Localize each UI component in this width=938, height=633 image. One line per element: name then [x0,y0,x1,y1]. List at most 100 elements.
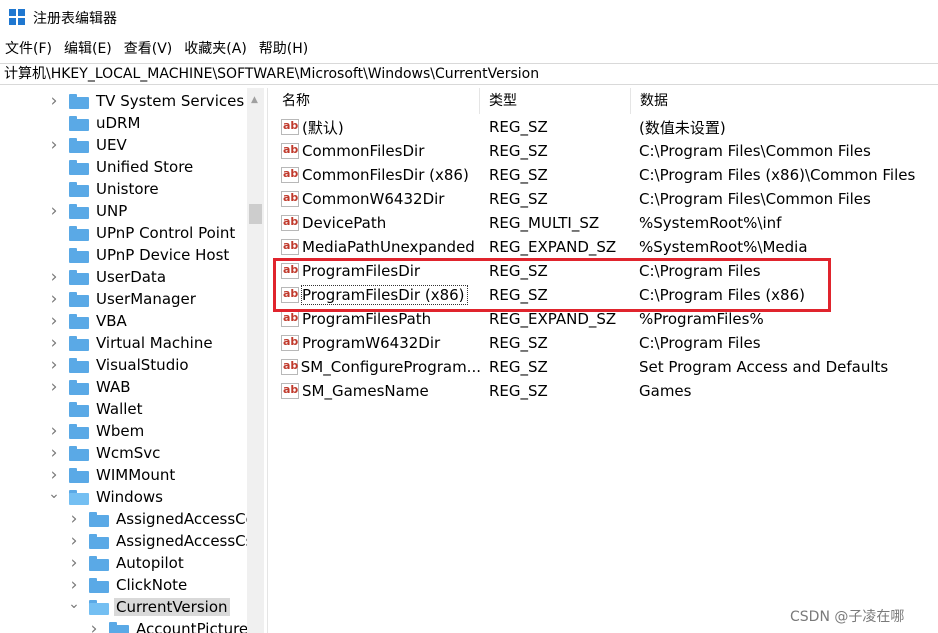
scroll-up-icon[interactable]: ▲ [251,95,258,105]
tree-item[interactable]: Wallet [48,398,145,420]
tree-item[interactable]: Unified Store [48,156,195,178]
menu-help[interactable]: 帮助(H) [253,38,314,60]
value-name: SM_ConfigureProgram... [300,358,481,376]
value-type: REG_SZ [489,142,548,160]
value-name: CommonW6432Dir [302,190,445,208]
value-row[interactable]: ab ProgramW6432Dir REG_SZ C:\Program Files [273,331,931,355]
value-type: REG_SZ [489,358,548,376]
tree-item[interactable]: uDRM [48,112,142,134]
tree-item[interactable]: › WIMMount [48,464,177,486]
tree-item-label: UserData [96,268,167,286]
tree-item[interactable]: › WAB [48,376,133,398]
string-value-icon-text: ab [283,335,299,348]
tree-item[interactable]: › UNP [48,200,129,222]
string-value-icon: ab [281,335,299,351]
tree-item[interactable]: › Autopilot [68,552,186,574]
chevron-right-icon[interactable]: › [88,618,100,633]
value-row[interactable]: ab MediaPathUnexpanded REG_EXPAND_SZ %Syste… [273,235,931,259]
chevron-down-icon[interactable]: ⌄ [68,593,80,615]
menu-file[interactable]: 文件(F) [0,38,58,60]
tree-item[interactable]: › WcmSvc [48,442,162,464]
value-name-cell: ab CommonW6432Dir [273,190,481,208]
tree-item[interactable]: ⌄ Windows [48,486,165,508]
value-row[interactable]: ab CommonFilesDir REG_SZ C:\Program Files\C… [273,139,931,163]
chevron-right-icon[interactable]: › [48,310,60,332]
chevron-right-icon[interactable]: › [48,288,60,310]
tree-item[interactable]: › Wbem [48,420,146,442]
folder-icon [69,291,89,307]
folder-icon [69,423,89,439]
value-name: MediaPathUnexpanded [302,238,475,256]
value-type: REG_SZ [489,166,548,184]
chevron-right-icon[interactable]: › [48,354,60,376]
folder-icon [69,313,89,329]
tree-item[interactable]: › UEV [48,134,129,156]
string-value-icon-text: ab [283,383,299,396]
menu-edit[interactable]: 编辑(E) [58,38,118,60]
tree-item[interactable]: UPnP Device Host [48,244,231,266]
value-row[interactable]: ab CommonW6432Dir REG_SZ C:\Program Files\C… [273,187,931,211]
chevron-right-icon[interactable]: › [48,332,60,354]
tree-item[interactable]: › AccountPicture [88,618,250,633]
scrollbar-thumb[interactable] [249,204,262,224]
tree-item[interactable]: › TV System Services [48,90,246,112]
chevron-right-icon[interactable]: › [48,376,60,398]
chevron-right-icon[interactable]: › [48,442,60,464]
tree-item[interactable]: UPnP Control Point [48,222,237,244]
column-header-name[interactable]: 名称 [273,88,480,114]
tree-item[interactable]: › UserData [48,266,168,288]
title-bar: 注册表编辑器 [0,0,938,34]
tree-item[interactable]: Unistore [48,178,161,200]
chevron-down-icon[interactable]: ⌄ [48,483,60,505]
folder-icon [69,93,89,109]
column-header-data[interactable]: 数据 [631,88,931,114]
menu-favorites[interactable]: 收藏夹(A) [178,38,253,60]
string-value-icon: ab [281,311,299,327]
chevron-right-icon[interactable]: › [68,530,80,552]
chevron-right-icon[interactable]: › [48,90,60,112]
value-data: C:\Program Files [639,334,761,352]
tree-item[interactable]: › ClickNote [68,574,189,596]
value-data: C:\Program Files\Common Files [639,190,871,208]
tree-item[interactable]: › VBA [48,310,129,332]
chevron-right-icon[interactable]: › [68,508,80,530]
value-type: REG_SZ [489,334,548,352]
chevron-right-icon[interactable]: › [68,552,80,574]
chevron-right-icon[interactable]: › [48,420,60,442]
column-header-type[interactable]: 类型 [480,88,631,114]
value-type: REG_EXPAND_SZ [489,238,617,256]
folder-icon [69,159,89,175]
tree-item[interactable]: › AssignedAccessCs [68,530,255,552]
chevron-right-icon[interactable]: › [48,134,60,156]
tree-item-label: TV System Services [96,92,245,110]
value-row[interactable]: ab SM_GamesName REG_SZ Games [273,379,931,403]
tree-item-label: UPnP Device Host [96,246,230,264]
value-row[interactable]: ab DevicePath REG_MULTI_SZ %SystemRoot%\inf [273,211,931,235]
value-type: REG_SZ [489,382,548,400]
string-value-icon: ab [281,383,299,399]
folder-icon [69,467,89,483]
chevron-right-icon[interactable]: › [48,200,60,222]
tree-item-label: AssignedAccessCo [116,510,255,528]
value-name-cell: ab MediaPathUnexpanded [273,238,481,256]
tree-item-label: WAB [96,378,131,396]
value-row[interactable]: ab CommonFilesDir (x86) REG_SZ C:\Program F… [273,163,931,187]
tree-item[interactable]: › UserManager [48,288,198,310]
chevron-right-icon[interactable]: › [48,266,60,288]
tree-item[interactable]: › VisualStudio [48,354,191,376]
folder-icon [89,511,109,527]
tree-scrollbar[interactable]: ▲ [247,88,264,633]
value-row[interactable]: ab SM_ConfigureProgram... REG_SZ Set Progra… [273,355,931,379]
value-row[interactable]: ab (默认) REG_SZ (数值未设置) [273,115,931,139]
tree-item-label: Unistore [96,180,159,198]
tree-item[interactable]: ⌄ CurrentVersion [68,596,230,618]
string-value-icon-text: ab [283,311,299,324]
menu-view[interactable]: 查看(V) [118,38,179,60]
tree-item[interactable]: › Virtual Machine [48,332,215,354]
folder-icon [69,247,89,263]
value-name-cell: ab SM_GamesName [273,382,481,400]
address-bar[interactable]: 计算机\HKEY_LOCAL_MACHINE\SOFTWARE\Microsof… [0,63,938,85]
tree-item[interactable]: › AssignedAccessCo [68,508,257,530]
